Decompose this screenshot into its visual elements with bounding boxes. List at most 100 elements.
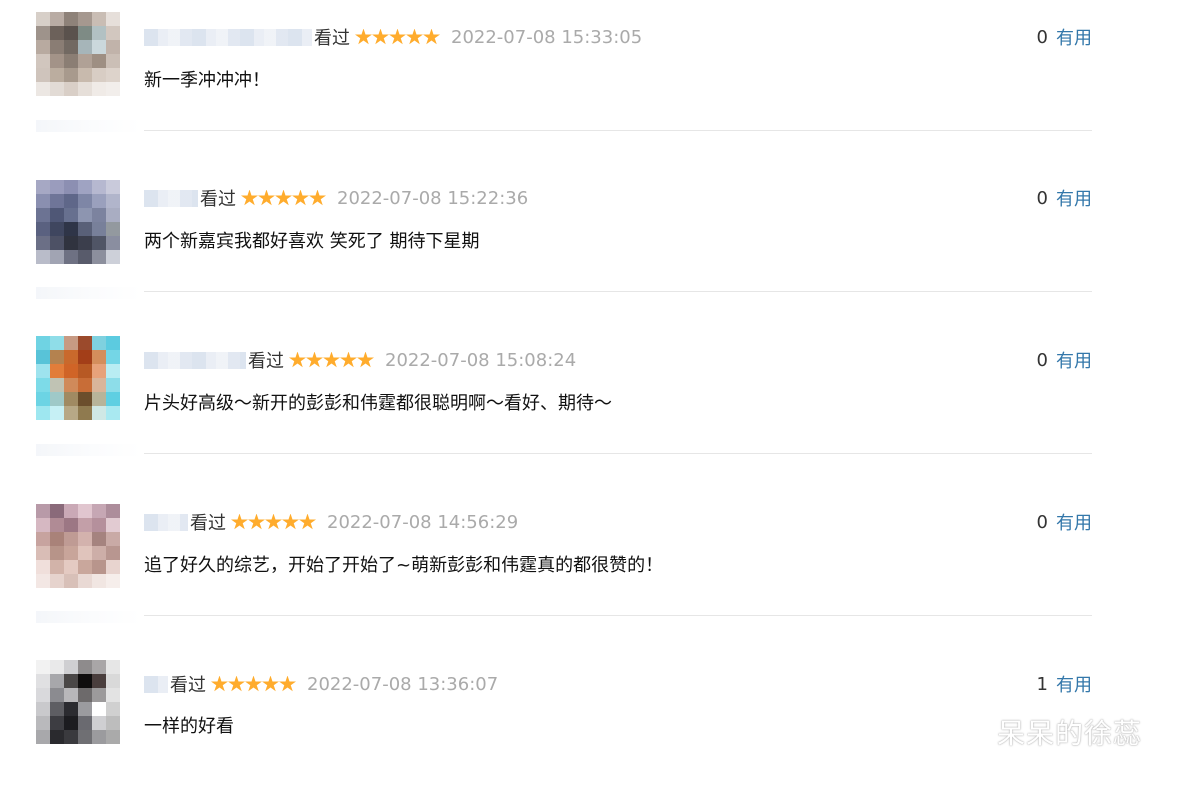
avatar-pixel: [36, 392, 50, 406]
avatar-pixel: [78, 688, 92, 702]
avatar[interactable]: [36, 660, 120, 744]
avatar-pixel: [64, 546, 78, 560]
star-icon: [423, 28, 440, 45]
avatar-pixel: [50, 194, 64, 208]
avatar-pixel: [36, 378, 50, 392]
star-icon: [228, 675, 245, 692]
avatar-pixel: [36, 350, 50, 364]
avatar-pixel: [106, 336, 120, 350]
avatar-pixel: [36, 54, 50, 68]
avatar-pixel: [106, 392, 120, 406]
avatar-pixel: [92, 68, 106, 82]
avatar-pixel: [92, 674, 106, 688]
avatar-pixel: [50, 688, 64, 702]
useful-count: 0: [1036, 187, 1048, 209]
avatar-pixel: [92, 392, 106, 406]
avatar-pixel: [50, 674, 64, 688]
avatar-pixel: [64, 54, 78, 68]
avatar-pixel: [36, 730, 50, 744]
avatar-pixel: [50, 546, 64, 560]
rating-stars: [355, 28, 440, 46]
useful-button[interactable]: 有用: [1056, 671, 1092, 697]
avatar-pixel: [92, 702, 106, 716]
username-blurred[interactable]: [144, 351, 246, 369]
star-icon: [245, 675, 262, 692]
star-icon: [282, 513, 299, 530]
avatar[interactable]: [36, 336, 120, 420]
avatar-pixel: [78, 364, 92, 378]
star-icon: [248, 513, 265, 530]
avatar-pixel: [64, 574, 78, 588]
avatar-pixel: [106, 504, 120, 518]
avatar-pixel: [92, 406, 106, 420]
avatar[interactable]: [36, 180, 120, 264]
avatar-pixel: [92, 378, 106, 392]
avatar-pixel: [78, 660, 92, 674]
avatar-pixel: [50, 560, 64, 574]
comment-item: 看过 2022-07-08 15:22:36 两个新嘉宾我都好喜欢 笑死了 期待…: [0, 161, 1179, 322]
star-icon: [309, 189, 326, 206]
username-blurred[interactable]: [144, 675, 168, 693]
avatar-pixel: [36, 194, 50, 208]
star-icon: [340, 351, 357, 368]
avatar-pixel: [92, 250, 106, 264]
avatar-pixel: [92, 688, 106, 702]
avatar-pixel: [64, 674, 78, 688]
username-blurred[interactable]: [144, 189, 198, 207]
avatar-pixel: [78, 68, 92, 82]
star-icon: [265, 513, 282, 530]
avatar-pixel: [106, 702, 120, 716]
avatar-pixel: [50, 180, 64, 194]
divider: [144, 615, 1092, 616]
useful-button[interactable]: 有用: [1056, 347, 1092, 373]
avatar-pixel: [78, 546, 92, 560]
avatar-pixel: [78, 208, 92, 222]
avatar-pixel: [36, 406, 50, 420]
avatar-pixel: [106, 688, 120, 702]
avatar-pixel: [78, 378, 92, 392]
useful-button[interactable]: 有用: [1056, 24, 1092, 50]
avatar-pixel: [36, 250, 50, 264]
avatar[interactable]: [36, 504, 120, 588]
avatar-pixel: [106, 716, 120, 730]
avatar-pixel: [106, 350, 120, 364]
useful-count: 0: [1036, 511, 1048, 533]
comment-text: 两个新嘉宾我都好喜欢 笑死了 期待下星期: [144, 231, 480, 252]
avatar-pixel: [64, 250, 78, 264]
watched-status: 看过: [200, 189, 236, 210]
avatar-pixel: [50, 68, 64, 82]
avatar-pixel: [106, 378, 120, 392]
username-blurred[interactable]: [144, 513, 188, 531]
avatar-pixel: [36, 688, 50, 702]
watermark: 呆呆的徐蕊: [997, 717, 1143, 750]
avatar-pixel: [50, 660, 64, 674]
avatar-pixel: [50, 406, 64, 420]
avatar-pixel: [78, 574, 92, 588]
avatar-pixel: [78, 236, 92, 250]
avatar-pixel: [92, 364, 106, 378]
avatar-pixel: [36, 560, 50, 574]
useful-button[interactable]: 有用: [1056, 185, 1092, 211]
avatar[interactable]: [36, 12, 120, 96]
useful-button[interactable]: 有用: [1056, 509, 1092, 535]
avatar-pixel: [50, 208, 64, 222]
divider: [144, 453, 1092, 454]
avatar-pixel: [78, 336, 92, 350]
avatar-pixel: [78, 82, 92, 96]
watched-status: 看过: [170, 675, 206, 696]
rating-stars: [211, 675, 296, 693]
avatar-pixel: [36, 504, 50, 518]
avatar-pixel: [106, 82, 120, 96]
avatar-pixel: [36, 518, 50, 532]
avatar-pixel: [106, 12, 120, 26]
watched-status: 看过: [248, 351, 284, 372]
avatar-pixel: [64, 336, 78, 350]
avatar-pixel: [106, 54, 120, 68]
username-blurred[interactable]: [144, 28, 312, 46]
useful-vote: 0 有用: [1037, 509, 1092, 535]
avatar-pixel: [50, 532, 64, 546]
useful-vote: 0 有用: [1037, 347, 1092, 373]
avatar-pixel: [36, 660, 50, 674]
avatar-pixel: [92, 12, 106, 26]
avatar-pixel: [92, 336, 106, 350]
